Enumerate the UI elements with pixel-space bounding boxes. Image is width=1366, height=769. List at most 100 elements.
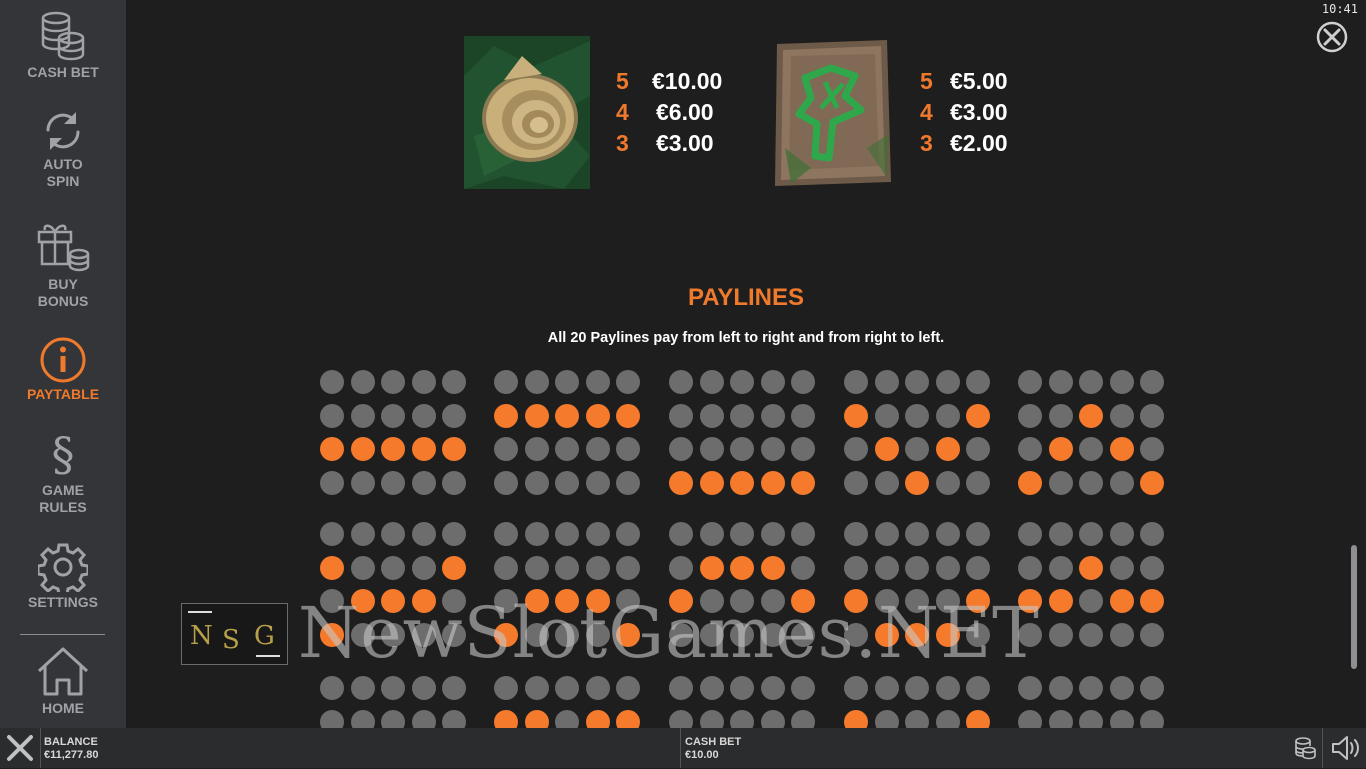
- payline-dot: [381, 555, 405, 580]
- payline-dot: [411, 522, 436, 546]
- payline-dot: [1018, 470, 1042, 495]
- pay-amount: €5.00: [950, 68, 1008, 94]
- paytable-content: 5 €10.00 4 €6.00 3 €3.00 5 €5.00 4 €3.00…: [126, 0, 1326, 728]
- payline-dot: [411, 437, 436, 461]
- payline-dot: [1109, 622, 1134, 647]
- payline-dot: [320, 522, 344, 546]
- payline-dot: [524, 403, 549, 428]
- pay-table-ammonite: 5 €10.00 4 €6.00 3 €3.00: [616, 66, 722, 159]
- payline-dot: [442, 676, 466, 700]
- payline-dot: [699, 522, 724, 546]
- payline-dot: [555, 676, 579, 700]
- payline-dot: [1048, 676, 1073, 700]
- payline-dot: [1140, 676, 1164, 700]
- section-icon: §: [51, 427, 75, 481]
- payline-dot: [1140, 403, 1164, 428]
- svg-text:N: N: [190, 621, 213, 651]
- payline-dot: [411, 470, 436, 495]
- payline-dot: [1048, 622, 1073, 647]
- pay-row: 3 €3.00: [616, 128, 722, 159]
- sidebar-item-paytable[interactable]: PAYTABLE: [0, 336, 126, 403]
- payline-dot: [1048, 403, 1073, 428]
- payline-dot: [760, 676, 785, 700]
- payline-dot: [320, 437, 344, 461]
- payline-dot: [411, 370, 436, 394]
- sidebar-item-label: BUY BONUS: [37, 276, 89, 309]
- payline-dot: [730, 522, 754, 546]
- payline-dot: [350, 709, 375, 728]
- payline-dot: [669, 437, 693, 461]
- payline-dot: [350, 470, 375, 495]
- payline-dot: [760, 522, 785, 546]
- payline-dot: [350, 555, 375, 580]
- payline-dot: [699, 403, 724, 428]
- payline-dot: [350, 522, 375, 546]
- payline-dot: [411, 555, 436, 580]
- payline-dot: [905, 555, 929, 580]
- payline-dot: [555, 403, 579, 428]
- payline-dot: [585, 555, 610, 580]
- payline-dot: [381, 470, 405, 495]
- gift-icon: [37, 224, 90, 272]
- sidebar-item-home[interactable]: HOME: [0, 646, 126, 717]
- refresh-icon: [46, 112, 80, 150]
- payline-dot: [791, 676, 815, 700]
- payline-dot: [730, 470, 754, 495]
- payline-dot: [1140, 555, 1164, 580]
- close-button[interactable]: [1316, 21, 1348, 53]
- payline-dot: [616, 403, 640, 428]
- payline-dot: [1140, 622, 1164, 647]
- payline-dot: [1048, 370, 1073, 394]
- payline-dot: [1079, 522, 1103, 546]
- payline-dot: [442, 370, 466, 394]
- payline-dot: [1140, 470, 1164, 495]
- payline-dot: [524, 555, 549, 580]
- pay-count: 5: [616, 68, 629, 94]
- payline-dot: [966, 555, 990, 580]
- payline-dot: [791, 522, 815, 546]
- payline-dot: [669, 555, 693, 580]
- sidebar-item-label: AUTO SPIN: [43, 156, 83, 189]
- scrollbar-thumb[interactable]: [1351, 545, 1357, 669]
- payline-dot: [791, 370, 815, 394]
- payline-dot: [760, 470, 785, 495]
- payline-dot: [844, 470, 868, 495]
- pay-amount: €2.00: [950, 130, 1008, 156]
- payline-dot: [760, 555, 785, 580]
- payline-dot: [966, 370, 990, 394]
- payline-dot: [905, 403, 929, 428]
- payline-dot: [935, 370, 960, 394]
- payline-dot: [1140, 709, 1164, 728]
- sidebar-item-label: CASH BET: [27, 64, 99, 80]
- payline-dot: [1018, 522, 1042, 546]
- payline-dot: [350, 437, 375, 461]
- payline-dot: [381, 676, 405, 700]
- sound-button[interactable]: [1330, 734, 1362, 767]
- exit-button[interactable]: [4, 732, 36, 764]
- payline-dot: [555, 370, 579, 394]
- pay-row: 5 €10.00: [616, 66, 722, 97]
- pay-row: 4 €3.00: [920, 97, 1008, 128]
- sidebar-item-settings[interactable]: SETTINGS: [0, 542, 126, 611]
- sidebar-item-auto-spin[interactable]: AUTO SPIN: [0, 108, 126, 190]
- payline-dot: [585, 437, 610, 461]
- payline-dot: [730, 676, 754, 700]
- coins-button[interactable]: [1294, 736, 1316, 765]
- payline-dot: [935, 522, 960, 546]
- payline-dot: [524, 709, 549, 728]
- pay-count: 4: [616, 99, 629, 125]
- sidebar-item-buy-bonus[interactable]: BUY BONUS: [0, 218, 126, 310]
- payline-dot: [1018, 403, 1042, 428]
- payline-dot: [381, 437, 405, 461]
- payline-dot: [1109, 522, 1134, 546]
- sidebar-item-game-rules[interactable]: § GAME RULES: [0, 428, 126, 516]
- payline-dot: [494, 470, 518, 495]
- payline-dot: [616, 370, 640, 394]
- sidebar-item-cash-bet[interactable]: CASH BET: [0, 10, 126, 81]
- payline-dot: [669, 522, 693, 546]
- payline-dot: [760, 709, 785, 728]
- speaker-icon: [1332, 736, 1359, 760]
- payline-dot: [494, 522, 518, 546]
- payline-dot: [585, 370, 610, 394]
- paylines-title: PAYLINES: [687, 284, 805, 311]
